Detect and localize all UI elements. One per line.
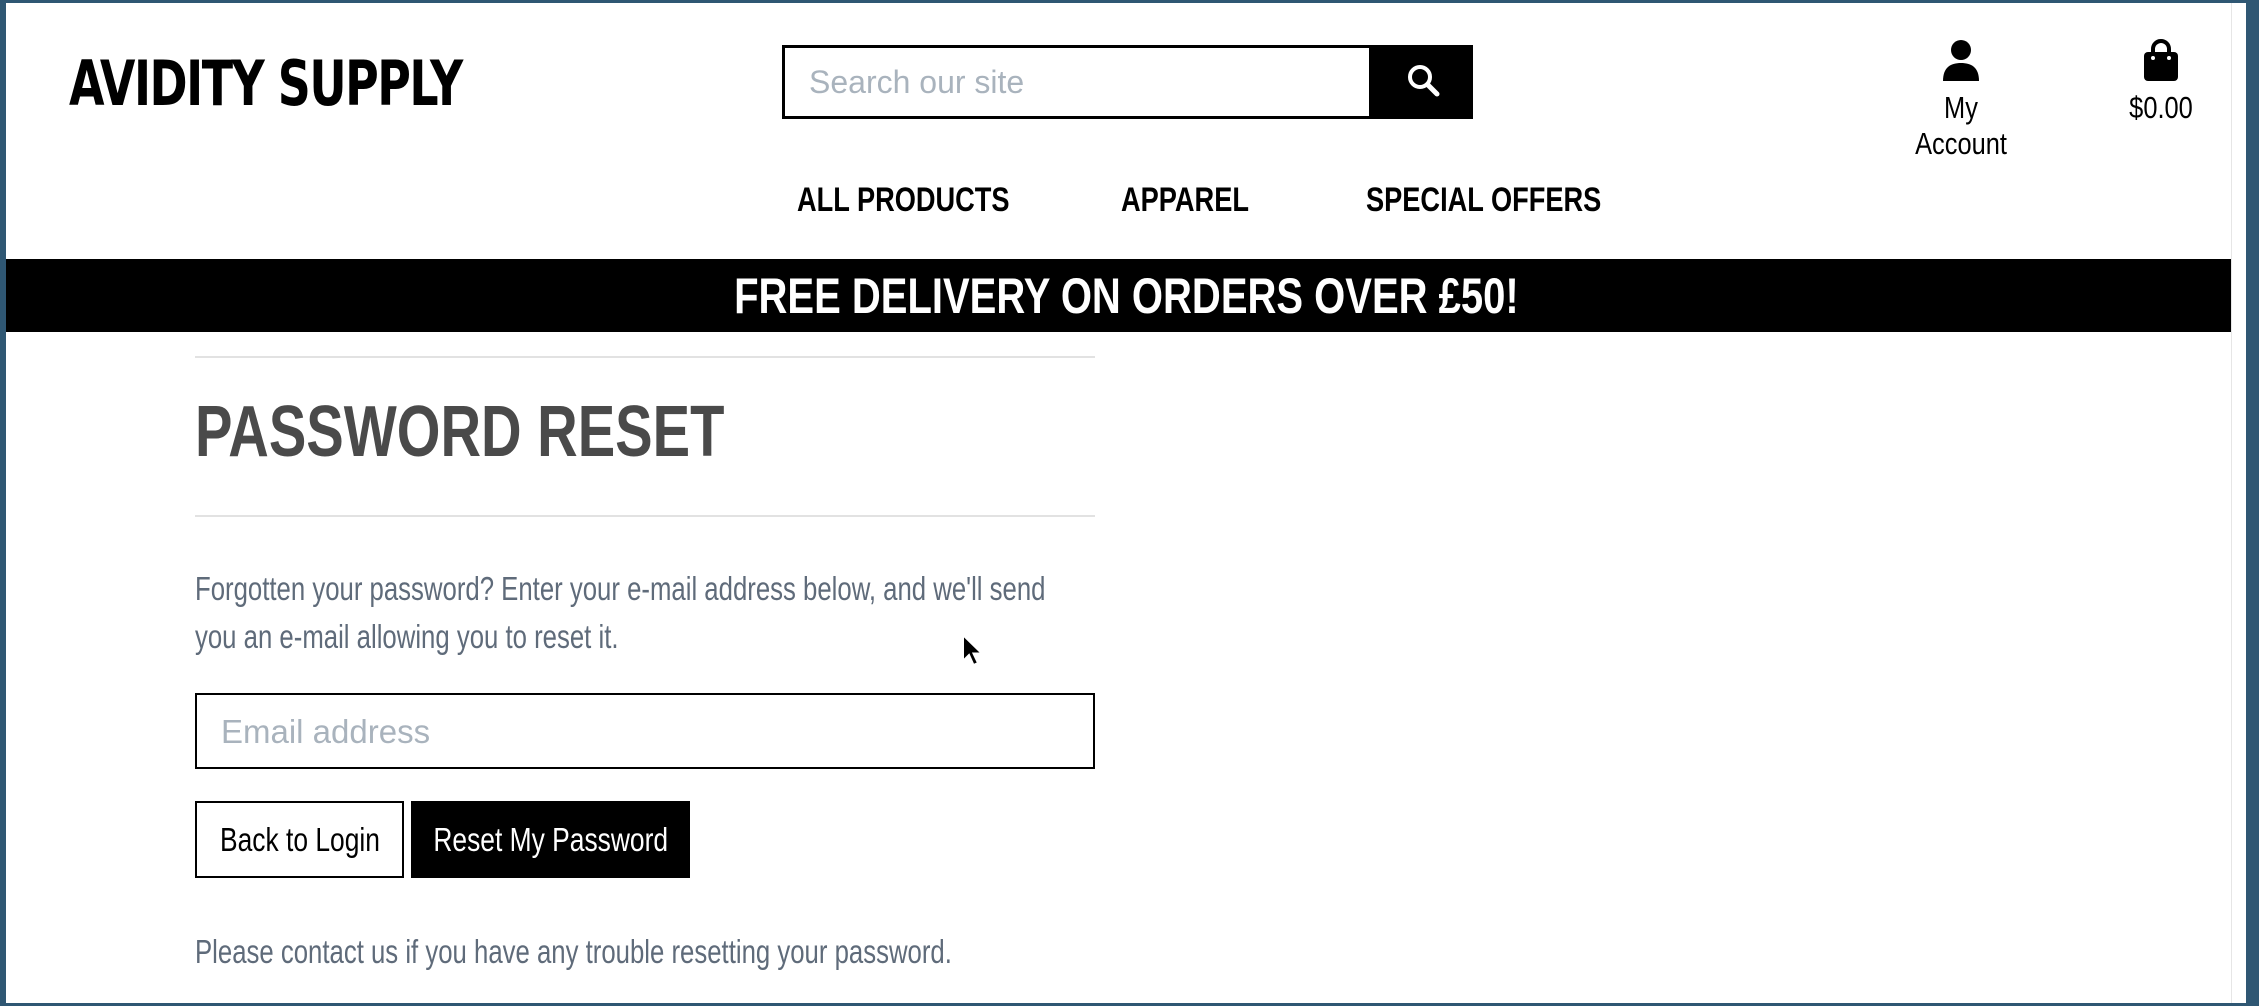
site-header: AVIDITY SUPPLY My Account xyxy=(6,3,2246,259)
promo-banner-text: FREE DELIVERY ON ORDERS OVER £50! xyxy=(733,267,1519,324)
mouse-cursor-icon xyxy=(961,632,985,674)
nav-item-apparel[interactable]: APPAREL xyxy=(1121,181,1249,220)
cart-total: $0.00 xyxy=(2129,90,2193,125)
email-input[interactable] xyxy=(197,695,1119,769)
reset-instructions: Forgotten your password? Enter your e-ma… xyxy=(195,570,1046,655)
reset-password-label: Reset My Password xyxy=(433,820,668,858)
nav-item-all-products[interactable]: ALL PRODUCTS xyxy=(797,181,1010,220)
cart-link[interactable]: $0.00 xyxy=(2101,39,2221,126)
my-account-label: My Account xyxy=(1915,90,2007,161)
email-field xyxy=(195,693,1119,769)
search-button[interactable] xyxy=(1372,45,1473,119)
browser-viewport: AVIDITY SUPPLY My Account xyxy=(6,3,2246,1003)
search-input[interactable] xyxy=(785,47,1369,117)
my-account-link[interactable]: My Account xyxy=(1886,39,2036,162)
divider-bottom xyxy=(195,515,1095,517)
nav-item-special-offers[interactable]: SPECIAL OFFERS xyxy=(1366,181,1601,220)
back-to-login-button[interactable]: Back to Login xyxy=(195,801,404,878)
back-to-login-label: Back to Login xyxy=(219,820,380,858)
shopping-bag-icon xyxy=(2142,39,2180,85)
reset-password-button[interactable]: Reset My Password xyxy=(411,801,690,878)
contact-note: Please contact us if you have any troubl… xyxy=(195,933,952,970)
search-icon xyxy=(1406,63,1440,102)
scrollbar[interactable] xyxy=(2231,3,2246,1003)
promo-banner: FREE DELIVERY ON ORDERS OVER £50! xyxy=(6,259,2246,332)
site-logo[interactable]: AVIDITY SUPPLY xyxy=(69,47,463,120)
page-title: PASSWORD RESET xyxy=(195,392,725,472)
main-nav: ALL PRODUCTS APPAREL SPECIAL OFFERS xyxy=(6,181,2246,231)
search-box xyxy=(782,45,1372,119)
divider-top xyxy=(195,356,1095,358)
user-icon xyxy=(1941,40,1981,85)
